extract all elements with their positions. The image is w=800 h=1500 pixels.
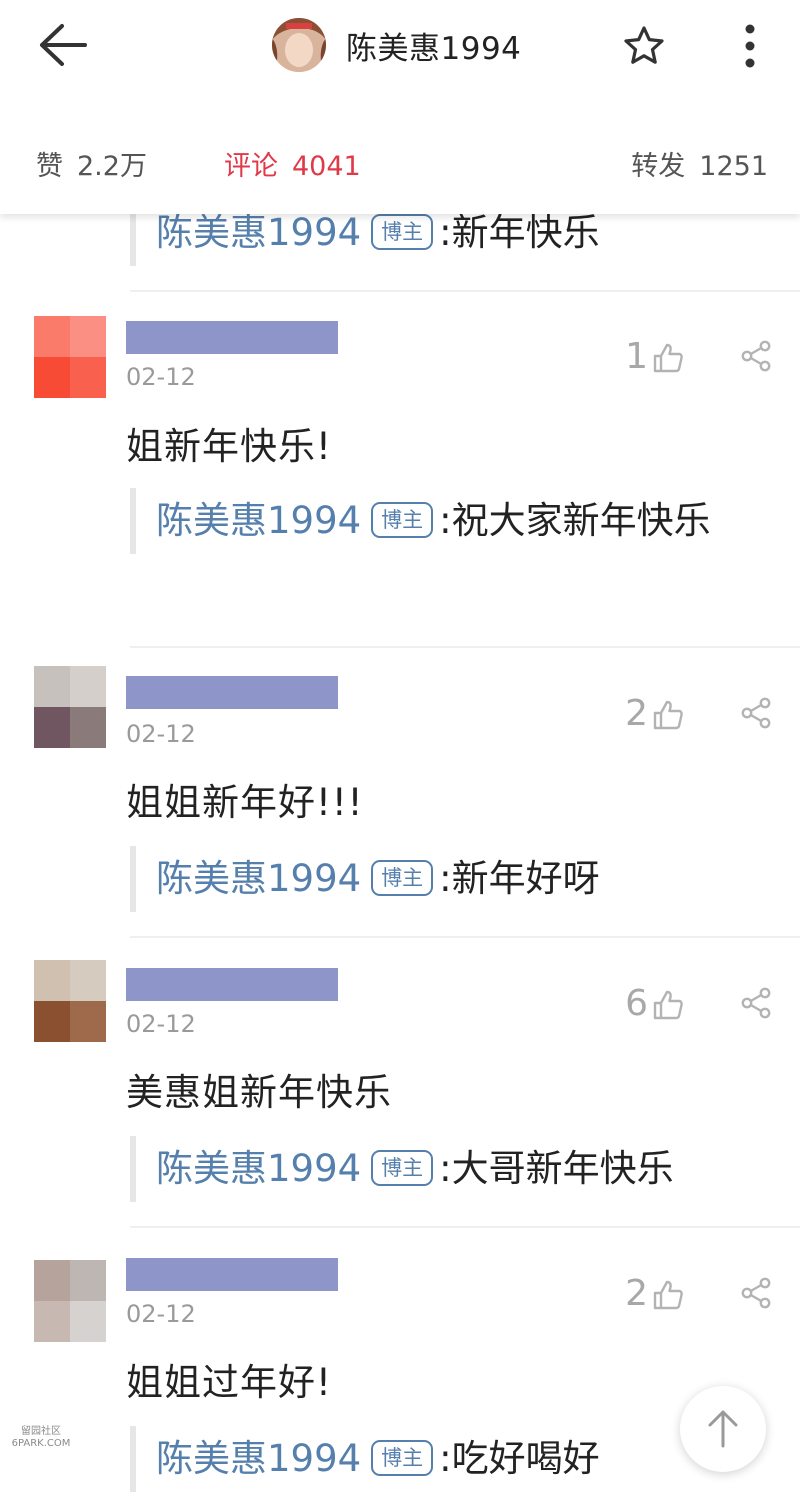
comment-feed[interactable]: 陈美惠1994 博主:新年快乐 02-12 1 姐新年快乐! 陈美惠1994 博主:… [0, 214, 800, 1500]
reposts-count: 1251 [699, 151, 768, 182]
divider [130, 1226, 800, 1228]
avatar-pixel [70, 960, 106, 1001]
reply-text: :新年好呀 [439, 857, 600, 900]
reply-author-link[interactable]: 陈美惠1994 [156, 1437, 361, 1480]
likes-count: 2.2万 [77, 151, 147, 182]
watermark-line: 留园社区 [21, 1426, 61, 1437]
likes-tab[interactable]: 赞 2.2万 [36, 144, 147, 183]
avatar-pixel [70, 1001, 106, 1042]
avatar-pixel [34, 316, 70, 357]
host-badge: 博主 [371, 214, 434, 250]
comment-text: 姐姐新年好!!! [126, 781, 364, 824]
comment-date: 02-12 [126, 363, 196, 391]
page-title: 陈美惠1994 [346, 30, 522, 67]
like-count: 1 [625, 336, 648, 377]
reposts-label: 转发 [631, 151, 686, 182]
reposts-tab[interactable]: 转发 1251 [631, 144, 768, 183]
watermark: 留园社区 6PARK.COM [6, 1426, 76, 1450]
avatar[interactable] [34, 1260, 106, 1342]
comment-text: 美惠姐新年快乐 [126, 1071, 392, 1114]
reply-text: :大哥新年快乐 [439, 1147, 674, 1190]
thumbs-up-icon[interactable] [652, 342, 684, 374]
comment-date: 02-12 [126, 1300, 196, 1328]
avatar-pixel [70, 316, 106, 357]
reply-block[interactable]: 陈美惠1994 博主:新年好呀 [130, 846, 630, 912]
likes-label: 赞 [36, 151, 63, 182]
avatar-pixel [34, 1301, 70, 1342]
comments-count: 4041 [292, 151, 361, 182]
username-redacted[interactable] [126, 321, 338, 354]
stats-bar: 赞 2.2万 评论 4041 转发 1251 [0, 92, 800, 214]
like-count: 6 [625, 983, 648, 1024]
avatar-pixel [34, 666, 70, 707]
reply-block[interactable]: 陈美惠1994 博主:祝大家新年快乐 [130, 488, 800, 554]
comment-text: 姐姐过年好! [126, 1361, 332, 1404]
avatar[interactable] [34, 316, 106, 398]
like-count: 2 [625, 693, 648, 734]
reply-text: :吃好喝好 [439, 1437, 600, 1480]
arrow-up-icon [708, 1410, 738, 1448]
comment-date: 02-12 [126, 1010, 196, 1038]
username-redacted[interactable] [126, 1258, 338, 1291]
reply-text: :新年快乐 [439, 214, 600, 254]
avatar-pixel [70, 1301, 106, 1342]
comments-tab[interactable]: 评论 4041 [224, 144, 361, 183]
host-badge: 博主 [371, 1150, 434, 1186]
divider [130, 646, 800, 648]
reply-block[interactable]: 陈美惠1994 博主:吃好喝好 [130, 1426, 630, 1492]
divider [130, 290, 800, 292]
share-icon[interactable] [740, 340, 772, 372]
comment-date: 02-12 [126, 720, 196, 748]
reply-block[interactable]: 陈美惠1994 博主:新年快乐 [130, 214, 630, 266]
comments-label: 评论 [224, 151, 278, 182]
avatar-pixel [70, 666, 106, 707]
watermark-line: 6PARK.COM [11, 1438, 71, 1449]
reply-author-link[interactable]: 陈美惠1994 [156, 214, 361, 254]
username-redacted[interactable] [126, 968, 338, 1001]
reply-author-link[interactable]: 陈美惠1994 [156, 499, 361, 542]
more-vertical-icon[interactable] [736, 22, 764, 70]
share-icon[interactable] [740, 697, 772, 729]
avatar-pixel [34, 357, 70, 398]
avatar[interactable] [34, 666, 106, 748]
host-badge: 博主 [371, 1440, 434, 1476]
avatar[interactable] [34, 960, 106, 1042]
host-badge: 博主 [371, 860, 434, 896]
share-icon[interactable] [740, 987, 772, 1019]
scroll-to-top-button[interactable] [680, 1386, 766, 1472]
comment-text: 姐新年快乐! [126, 425, 332, 468]
avatar[interactable] [272, 18, 326, 72]
avatar-pixel [34, 707, 70, 748]
divider [130, 936, 800, 938]
avatar-pixel [70, 357, 106, 398]
share-icon[interactable] [740, 1277, 772, 1309]
header-title-group[interactable]: 陈美惠1994 [272, 16, 521, 74]
username-redacted[interactable] [126, 676, 338, 709]
star-icon[interactable] [622, 24, 666, 68]
avatar-pixel [34, 1260, 70, 1301]
reply-block[interactable]: 陈美惠1994 博主:大哥新年快乐 [130, 1136, 704, 1202]
reply-text: :祝大家新年快乐 [439, 499, 711, 542]
back-arrow-icon[interactable] [38, 22, 88, 68]
avatar-pixel [34, 960, 70, 1001]
avatar-pixel [70, 1260, 106, 1301]
host-badge: 博主 [371, 502, 434, 538]
thumbs-up-icon[interactable] [652, 989, 684, 1021]
like-count: 2 [625, 1273, 648, 1314]
top-bar: 陈美惠1994 [0, 0, 800, 92]
thumbs-up-icon[interactable] [652, 1279, 684, 1311]
avatar-pixel [70, 707, 106, 748]
reply-author-link[interactable]: 陈美惠1994 [156, 857, 361, 900]
avatar-pixel [34, 1001, 70, 1042]
thumbs-up-icon[interactable] [652, 699, 684, 731]
reply-author-link[interactable]: 陈美惠1994 [156, 1147, 361, 1190]
